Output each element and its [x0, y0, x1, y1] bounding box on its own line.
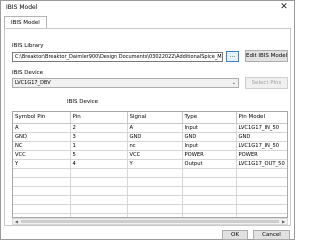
edit-ibis-model-button[interactable]: Edit IBIS Model [245, 50, 288, 62]
cell-pin: 1 [70, 141, 128, 151]
cell-pin-model: LVC1G17_IN_50 [236, 141, 287, 151]
cell-signal: Y [127, 159, 183, 169]
title-bar: IBIS Model ✕ [1, 1, 294, 15]
ibis-model-dialog: IBIS Model ✕ IBIS Model IBIS Library C:\… [0, 0, 295, 240]
column-header-type[interactable]: Type [182, 112, 237, 124]
table-caption: IBIS Device [67, 99, 99, 105]
scroll-left-icon[interactable]: ◀ [13, 219, 20, 224]
cell-pin: 2 [70, 123, 128, 133]
column-header-pin-model[interactable]: Pin Model [236, 112, 287, 124]
column-header-symbol-pin[interactable]: Symbol Pin [13, 112, 71, 124]
cell-pin-model: GND [236, 132, 287, 142]
library-path-field[interactable]: C:\Breaktor\Breaktor_Daimler900\Design D… [12, 52, 223, 62]
column-header-pin[interactable]: Pin [70, 112, 128, 124]
ok-button[interactable]: OK [222, 230, 248, 240]
empty-row [13, 168, 287, 178]
cell-signal: A [127, 123, 183, 133]
cell-pin: 4 [70, 159, 128, 169]
chevron-down-icon: ⌄ [231, 80, 236, 86]
cell-type: POWER [182, 150, 237, 160]
ibis-library-label: IBIS Library [12, 43, 44, 49]
cell-symbol-pin: VCC [13, 150, 71, 160]
cell-signal: GND [127, 132, 183, 142]
cell-symbol-pin: A [13, 123, 71, 133]
cell-pin: 5 [70, 150, 128, 160]
cell-symbol-pin: Y [13, 159, 71, 169]
table-row[interactable]: GND 3 GND GND GND [13, 132, 287, 142]
cell-pin-model: POWER [236, 150, 287, 160]
table-header-row: Symbol Pin Pin Signal Type Pin Model [13, 112, 287, 124]
empty-row [13, 204, 287, 214]
cell-type: Input [182, 123, 237, 133]
cell-pin-model: LVC1G17_OUT_50 [236, 159, 287, 169]
table-row[interactable]: VCC 5 VCC POWER POWER [13, 150, 287, 160]
cell-signal: VCC [127, 150, 183, 160]
cell-symbol-pin: NC [13, 141, 71, 151]
cell-pin: 3 [70, 132, 128, 142]
empty-row [13, 186, 287, 196]
table-row[interactable]: NC 1 nc Input LVC1G17_IN_50 [13, 141, 287, 151]
device-select[interactable]: LVC1G17_DBV ⌄ [12, 78, 239, 88]
pins-table: Symbol Pin Pin Signal Type Pin Model A 2… [12, 111, 288, 218]
horizontal-scrollbar[interactable]: ◀ ▶ [12, 218, 288, 225]
cell-symbol-pin: GND [13, 132, 71, 142]
table-row[interactable]: Y 4 Y Output LVC1G17_OUT_50 [13, 159, 287, 169]
browse-button[interactable]: ... [226, 51, 239, 62]
empty-row [13, 195, 287, 205]
ibis-device-label: IBIS Device [12, 70, 44, 76]
select-pins-button[interactable]: Select Pins [245, 77, 288, 89]
column-header-signal[interactable]: Signal [127, 112, 183, 124]
cancel-button[interactable]: Cancel [253, 230, 290, 240]
cell-type: GND [182, 132, 237, 142]
table-row[interactable]: A 2 A Input LVC1G17_IN_50 [13, 123, 287, 133]
cell-pin-model: LVC1G17_IN_50 [236, 123, 287, 133]
scroll-right-icon[interactable]: ▶ [280, 219, 287, 224]
device-selected-value: LVC1G17_DBV [15, 80, 51, 86]
close-icon[interactable]: ✕ [277, 2, 291, 13]
cell-type: Input [182, 141, 237, 151]
window-title: IBIS Model [6, 4, 38, 11]
cell-type: Output [182, 159, 237, 169]
cell-signal: nc [127, 141, 183, 151]
empty-row [13, 177, 287, 187]
scrollbar-thumb[interactable] [21, 220, 279, 223]
tab-panel: IBIS Library C:\Breaktor\Breaktor_Daimle… [4, 28, 291, 226]
